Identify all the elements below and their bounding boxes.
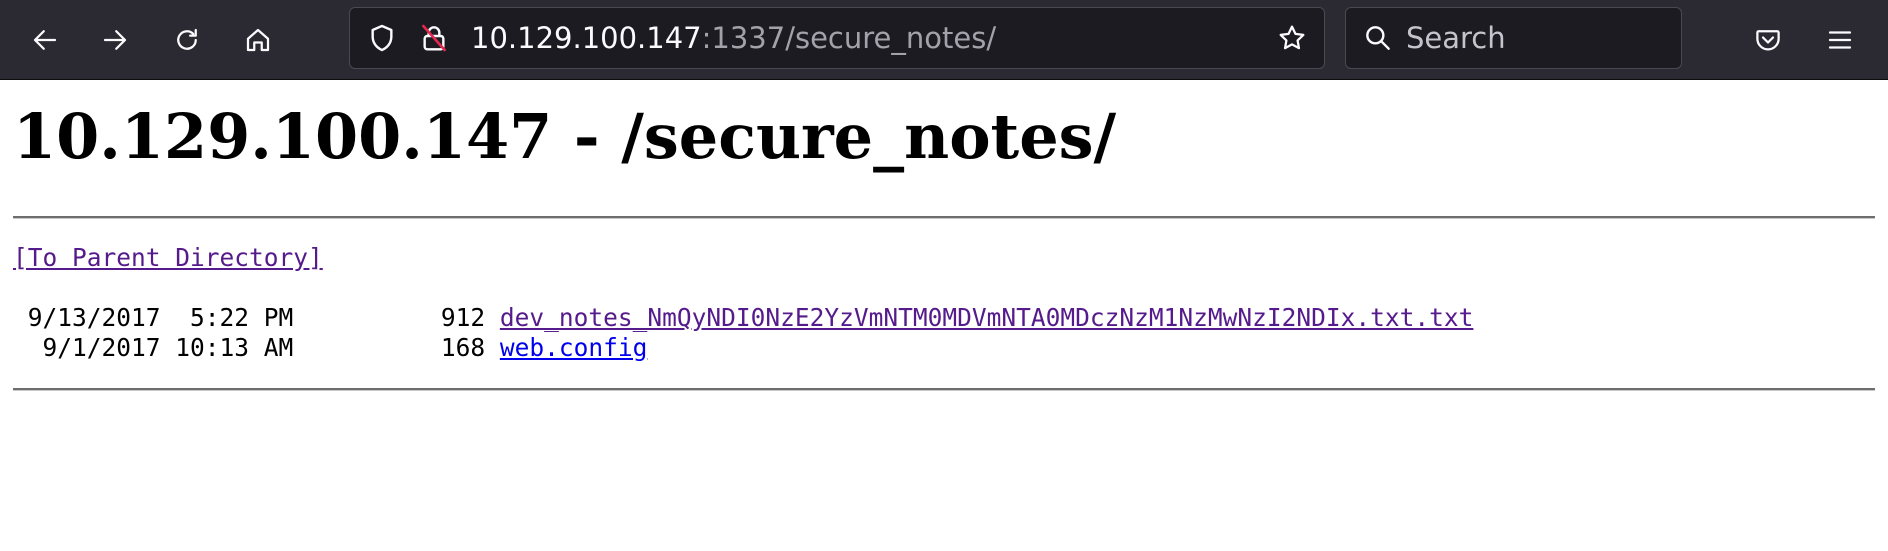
search-bar[interactable]: Search xyxy=(1345,7,1682,69)
page-title: 10.129.100.147 - /secure_notes/ xyxy=(13,100,1117,173)
back-arrow-icon xyxy=(33,30,57,50)
url-text[interactable]: 10.129.100.147:1337/secure_notes/ xyxy=(471,21,996,55)
app-menu-button[interactable] xyxy=(1818,18,1862,62)
file-time: 5:22 PM xyxy=(190,303,294,332)
divider-top xyxy=(13,216,1875,219)
address-bar[interactable]: 10.129.100.147:1337/secure_notes/ xyxy=(349,7,1325,69)
parent-directory-link[interactable]: [To Parent Directory] xyxy=(13,243,323,272)
divider-bottom xyxy=(13,388,1875,391)
directory-listing: [To Parent Directory] 9/13/2017 5:22 PM … xyxy=(13,243,1473,363)
home-icon xyxy=(246,28,270,52)
file-row: 9/13/2017 5:22 PM 912 dev_notes_NmQyNDI0… xyxy=(13,303,1474,333)
file-size: 168 xyxy=(440,333,486,362)
tracking-protection-shield-icon[interactable] xyxy=(366,22,398,54)
reload-icon xyxy=(177,28,197,50)
file-date: 9/13/2017 xyxy=(27,303,161,332)
file-time: 10:13 AM xyxy=(175,333,294,362)
file-link[interactable]: dev_notes_NmQyNDI0NzE2YzVmNTM0MDVmNTA0MD… xyxy=(500,303,1474,332)
search-icon xyxy=(1366,26,1390,50)
pocket-button[interactable] xyxy=(1746,18,1790,62)
forward-arrow-icon xyxy=(103,30,127,50)
browser-toolbar: 10.129.100.147:1337/secure_notes/ Search xyxy=(0,0,1888,80)
pocket-icon xyxy=(1756,30,1780,51)
url-path: :1337/secure_notes/ xyxy=(701,21,997,55)
back-button[interactable] xyxy=(23,18,67,62)
reload-button[interactable] xyxy=(165,18,209,62)
file-link[interactable]: web.config xyxy=(500,333,648,362)
forward-button[interactable] xyxy=(93,18,137,62)
insecure-lock-icon[interactable] xyxy=(418,22,450,54)
file-date: 9/1/2017 xyxy=(42,333,161,362)
file-row: 9/1/2017 10:13 AM 168 web.config xyxy=(13,333,1473,363)
file-size: 912 xyxy=(440,303,486,332)
url-host: 10.129.100.147 xyxy=(471,21,702,55)
home-button[interactable] xyxy=(236,18,280,62)
hamburger-menu-icon xyxy=(1828,31,1852,49)
search-placeholder[interactable]: Search xyxy=(1406,21,1506,55)
bookmark-star-icon[interactable] xyxy=(1276,22,1308,54)
